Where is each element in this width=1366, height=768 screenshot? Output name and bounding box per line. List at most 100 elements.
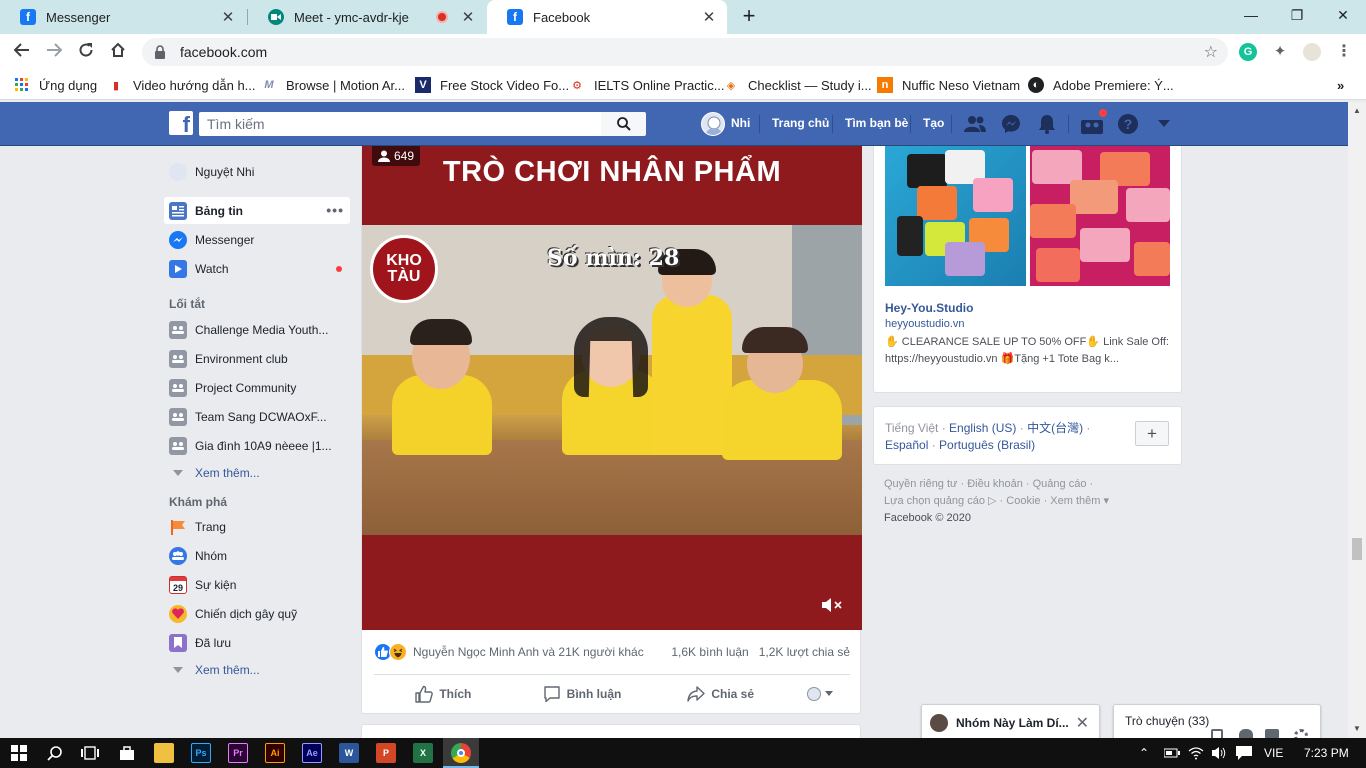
more-bookmarks-icon[interactable]: »	[1337, 76, 1344, 94]
bookmark-adobe-premiere[interactable]: ◐ Adobe Premiere: Ý...	[1028, 76, 1174, 94]
ad-image[interactable]	[885, 146, 1026, 286]
messenger-icon[interactable]	[999, 112, 1023, 136]
sidebar-item-shortcut[interactable]: Project Community	[164, 374, 350, 401]
file-explorer-icon[interactable]	[154, 743, 174, 763]
scroll-up-arrow-icon[interactable]: ▲	[1352, 106, 1362, 116]
back-button[interactable]	[11, 41, 33, 63]
sidebar-item-pages[interactable]: Trang	[164, 513, 350, 540]
footer-link[interactable]: Quảng cáo	[1033, 478, 1087, 490]
sidebar-item-shortcut[interactable]: Challenge Media Youth...	[164, 316, 350, 343]
friend-requests-icon[interactable]	[963, 112, 987, 136]
premiere-pro-icon[interactable]: Pr	[228, 743, 248, 763]
scroll-down-arrow-icon[interactable]: ▼	[1352, 724, 1362, 734]
volume-icon[interactable]	[1210, 743, 1230, 763]
add-language-button[interactable]: +	[1135, 421, 1169, 446]
bookmark-free-stock-video[interactable]: V Free Stock Video Fo...	[415, 76, 569, 94]
language-link[interactable]: Español	[885, 438, 928, 452]
chrome-icon[interactable]	[451, 743, 471, 763]
see-more-shortcuts-link[interactable]: Xem thêm...	[164, 459, 350, 486]
search-icon[interactable]	[45, 743, 65, 763]
post-video[interactable]: 649 TRÒ CHƠI NHÂN PHẨM Số mìn: 28 KHO TÀ…	[362, 146, 862, 630]
sidebar-item-groups[interactable]: Nhóm	[164, 542, 350, 569]
share-button[interactable]: Chia sẻ	[651, 685, 790, 703]
chat-sidebar-tab[interactable]: Trò chuyện (33)	[1113, 704, 1321, 743]
sidebar-item-shortcut[interactable]: Environment club	[164, 345, 350, 372]
after-effects-icon[interactable]: Ae	[302, 743, 322, 763]
sidebar-item-saved[interactable]: Đã lưu	[164, 629, 350, 656]
quick-help-people-icon[interactable]	[1080, 108, 1108, 136]
restore-button[interactable]: ❐	[1274, 0, 1320, 30]
tray-chevron-up-icon[interactable]: ⌃	[1139, 746, 1149, 760]
sidebar-item-shortcut[interactable]: Team Sang DCWAOxF...	[164, 403, 350, 430]
nav-create[interactable]: Tạo	[923, 116, 944, 130]
tab-facebook[interactable]: f Facebook ✕	[487, 0, 727, 34]
bookmark-nuffic[interactable]: n Nuffic Neso Vietnam	[877, 76, 1020, 94]
reactions[interactable]	[374, 643, 407, 661]
more-options-icon[interactable]: •••	[326, 202, 344, 218]
bookmark-apps[interactable]: Ứng dụng	[14, 76, 97, 94]
excel-icon[interactable]: X	[413, 743, 433, 763]
grammarly-extension-icon[interactable]: G	[1239, 43, 1257, 61]
input-language-indicator[interactable]: VIE	[1264, 746, 1283, 760]
wifi-icon[interactable]	[1186, 743, 1206, 763]
nav-find-friends[interactable]: Tìm bạn bè	[845, 116, 908, 130]
see-more-explore-link[interactable]: Xem thêm...	[164, 656, 350, 683]
post-as-selector[interactable]	[790, 686, 850, 701]
minimize-button[interactable]: ―	[1228, 0, 1274, 30]
store-icon[interactable]	[117, 743, 137, 763]
footer-link[interactable]: Xem thêm	[1050, 495, 1100, 507]
word-icon[interactable]: W	[339, 743, 359, 763]
profile-avatar[interactable]	[701, 112, 725, 136]
share-count[interactable]: 1,2K lượt chia sẻ	[759, 645, 850, 659]
tab-messenger[interactable]: f Messenger ✕	[0, 0, 246, 34]
photoshop-icon[interactable]: Ps	[191, 743, 211, 763]
ad-image[interactable]	[1030, 146, 1170, 286]
extensions-puzzle-icon[interactable]: ✦	[1271, 43, 1289, 61]
sidebar-item-messenger[interactable]: Messenger	[164, 226, 350, 253]
search-input[interactable]	[199, 112, 601, 136]
powerpoint-icon[interactable]: P	[376, 743, 396, 763]
language-link[interactable]: English (US)	[949, 421, 1016, 435]
sidebar-item-shortcut[interactable]: Gia đình 10A9 nèeee |1...	[164, 432, 350, 459]
language-link[interactable]: 中文(台灣)	[1027, 421, 1083, 435]
sponsored-ad[interactable]: Hey-You.Studio heyyoustudio.vn ✋ CLEARAN…	[873, 146, 1182, 393]
sidebar-item-fundraisers[interactable]: Chiến dịch gây quỹ	[164, 600, 350, 627]
profile-link[interactable]: Nhi	[731, 116, 750, 130]
account-menu-dropdown-icon[interactable]	[1152, 112, 1176, 136]
advertiser-url[interactable]: heyyoustudio.vn	[885, 318, 965, 330]
illustrator-icon[interactable]: Ai	[265, 743, 285, 763]
like-button[interactable]: Thích	[374, 685, 513, 703]
windows-start-icon[interactable]	[9, 743, 29, 763]
sidebar-item-watch[interactable]: Watch	[164, 255, 350, 282]
page-scrollbar[interactable]: ▲ ▼	[1348, 102, 1366, 738]
bookmark-ielts[interactable]: ⚙ IELTS Online Practic...	[569, 76, 724, 94]
close-chat-icon[interactable]: ✕	[1076, 713, 1089, 733]
comment-button[interactable]: Bình luận	[513, 685, 652, 703]
nav-home[interactable]: Trang chủ	[772, 116, 829, 130]
notifications-bell-icon[interactable]	[1035, 112, 1059, 136]
chat-tab-group[interactable]: Nhóm Này Làm Dí... ✕	[921, 704, 1100, 740]
forward-button[interactable]	[43, 41, 65, 63]
new-tab-button[interactable]: +	[738, 5, 760, 27]
scrollbar-thumb[interactable]	[1352, 538, 1362, 560]
footer-link[interactable]: Cookie	[1006, 495, 1040, 507]
sidebar-item-profile[interactable]: Nguyệt Nhi	[164, 158, 350, 185]
facebook-logo-icon[interactable]: f	[169, 111, 193, 135]
advertiser-name[interactable]: Hey-You.Studio	[885, 301, 973, 315]
notification-center-icon[interactable]	[1234, 743, 1254, 763]
close-tab-icon[interactable]: ✕	[220, 8, 236, 26]
tab-meet[interactable]: Meet - ymc-avdr-kje ✕	[248, 0, 486, 34]
comment-count[interactable]: 1,6K bình luận	[671, 645, 748, 659]
battery-icon[interactable]	[1162, 743, 1182, 763]
clock[interactable]: 7:23 PM	[1304, 746, 1349, 760]
search-button[interactable]	[601, 112, 646, 136]
reactions-summary[interactable]: Nguyễn Ngọc Minh Anh và 21K người khác	[413, 645, 644, 659]
footer-link[interactable]: Quyền riêng tư	[884, 478, 957, 490]
close-tab-icon[interactable]: ✕	[701, 8, 717, 26]
home-button[interactable]	[107, 41, 129, 63]
footer-link[interactable]: Lựa chọn quảng cáo	[884, 495, 985, 507]
bookmark-checklist[interactable]: ◈ Checklist — Study i...	[723, 76, 872, 94]
muted-speaker-icon[interactable]	[822, 597, 844, 618]
bookmark-star-icon[interactable]: ☆	[1204, 42, 1218, 62]
task-view-icon[interactable]	[80, 743, 100, 763]
